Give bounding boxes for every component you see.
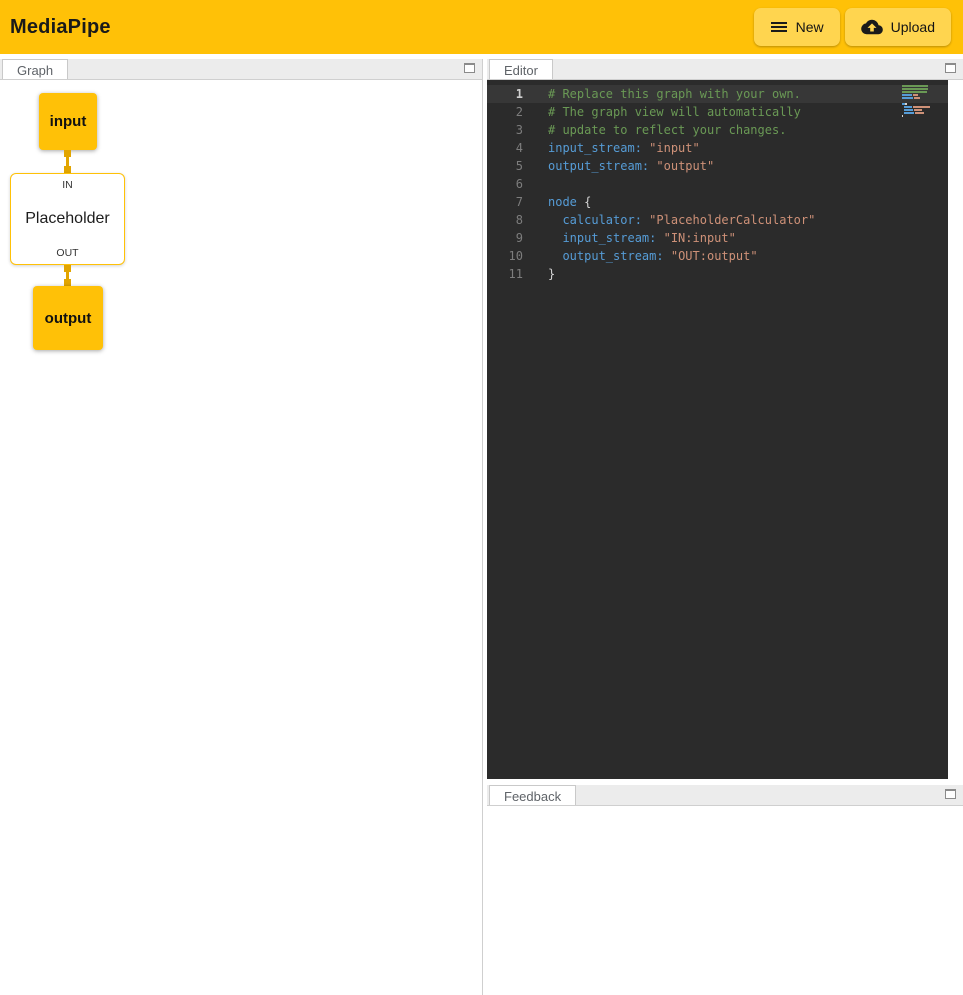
output-port-label: OUT — [56, 247, 78, 259]
code-line[interactable]: 7node { — [487, 193, 948, 211]
code-line[interactable]: 4input_stream: "input" — [487, 139, 948, 157]
tab-editor[interactable]: Editor — [489, 59, 553, 79]
graph-panel: Graph input IN Placeholder OUT output — [0, 59, 483, 995]
line-number: 4 — [487, 139, 523, 157]
edge-port-square — [64, 265, 71, 272]
code-line[interactable]: 9 input_stream: "IN:input" — [487, 229, 948, 247]
editor-panel: Editor 1# Replace this graph with your o… — [487, 59, 963, 779]
code-line[interactable]: 10 output_stream: "OUT:output" — [487, 247, 948, 265]
graph-node-input[interactable]: input — [39, 93, 97, 150]
line-number: 1 — [487, 85, 523, 103]
line-number: 8 — [487, 211, 523, 229]
line-number: 7 — [487, 193, 523, 211]
new-button[interactable]: New — [754, 8, 840, 46]
code-line[interactable]: 11} — [487, 265, 948, 283]
feedback-panel: Feedback — [487, 785, 963, 995]
line-number: 5 — [487, 157, 523, 175]
editor-tab-bar: Editor — [487, 59, 963, 80]
line-number: 3 — [487, 121, 523, 139]
graph-tab-bar: Graph — [0, 59, 482, 80]
header-buttons: New Upload — [754, 8, 951, 46]
editor-popout-icon[interactable] — [945, 63, 956, 73]
upload-button[interactable]: Upload — [845, 8, 951, 46]
minimap[interactable] — [902, 85, 942, 118]
line-number: 6 — [487, 175, 523, 193]
cloud-upload-icon — [861, 18, 883, 36]
edge-port-square — [64, 150, 71, 157]
edge-port-square — [64, 166, 71, 173]
code-line[interactable]: 2# The graph view will automatically — [487, 103, 948, 121]
upload-button-label: Upload — [891, 19, 935, 35]
edge-port-square — [64, 279, 71, 286]
graph-node-output[interactable]: output — [33, 286, 103, 350]
graph-canvas[interactable]: input IN Placeholder OUT output — [0, 80, 482, 995]
feedback-popout-icon[interactable] — [945, 789, 956, 799]
right-column: Editor 1# Replace this graph with your o… — [487, 59, 963, 995]
line-number: 9 — [487, 229, 523, 247]
code-line[interactable]: 6 — [487, 175, 948, 193]
graph-node-output-label: output — [45, 310, 92, 327]
line-number: 2 — [487, 103, 523, 121]
calculator-label: Placeholder — [25, 210, 110, 228]
new-button-label: New — [796, 19, 824, 35]
editor-wrap: 1# Replace this graph with your own.2# T… — [487, 80, 963, 779]
graph-node-placeholder[interactable]: IN Placeholder OUT — [10, 173, 125, 265]
line-number: 10 — [487, 247, 523, 265]
feedback-body — [487, 806, 963, 995]
line-number: 11 — [487, 265, 523, 283]
tab-feedback[interactable]: Feedback — [489, 785, 576, 805]
code-line[interactable]: 5output_stream: "output" — [487, 157, 948, 175]
tab-graph[interactable]: Graph — [2, 59, 68, 79]
feedback-tab-bar: Feedback — [487, 785, 963, 806]
graph-node-input-label: input — [50, 113, 87, 130]
input-port-label: IN — [62, 179, 73, 191]
graph-popout-icon[interactable] — [464, 63, 475, 73]
main-area: Graph input IN Placeholder OUT output — [0, 54, 963, 995]
code-line[interactable]: 3# update to reflect your changes. — [487, 121, 948, 139]
editor-scrollbar-gutter[interactable] — [948, 80, 963, 779]
app-title: MediaPipe — [10, 16, 111, 39]
menu-lines-icon — [770, 19, 788, 35]
code-editor[interactable]: 1# Replace this graph with your own.2# T… — [487, 80, 948, 779]
code-line[interactable]: 1# Replace this graph with your own. — [487, 85, 948, 103]
code-lines: 1# Replace this graph with your own.2# T… — [487, 85, 948, 283]
code-line[interactable]: 8 calculator: "PlaceholderCalculator" — [487, 211, 948, 229]
app-header: MediaPipe New Upload — [0, 0, 963, 54]
